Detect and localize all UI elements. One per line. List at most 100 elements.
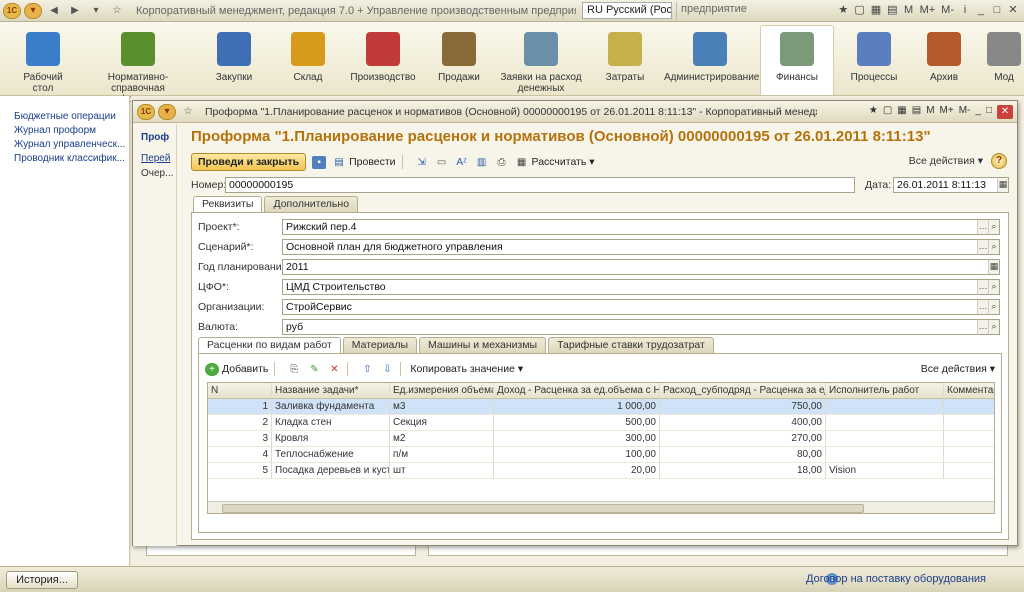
table-all-actions-button[interactable]: Все действия ▾: [921, 363, 995, 375]
calendar-icon[interactable]: ▦: [988, 260, 999, 274]
memory-m-button[interactable]: M: [904, 4, 914, 16]
app-logo-icon[interactable]: 1С: [137, 103, 155, 120]
side-item-go[interactable]: Перей: [141, 151, 173, 166]
post-icon[interactable]: ▤: [332, 156, 346, 169]
search-icon[interactable]: ⌕: [988, 240, 999, 254]
search-icon[interactable]: ⌕: [988, 320, 999, 334]
column-header-n[interactable]: N: [208, 383, 272, 399]
copy-value-button[interactable]: Копировать значение ▾: [410, 363, 523, 375]
currency-field[interactable]: руб … ⌕: [282, 319, 1000, 335]
move-down-icon[interactable]: ⇩: [380, 363, 394, 376]
select-icon[interactable]: …: [977, 300, 988, 314]
search-field[interactable]: предприятие: [676, 2, 816, 19]
calendar-icon[interactable]: ▦: [897, 105, 906, 119]
section-archive[interactable]: Архив: [920, 26, 968, 83]
back-icon[interactable]: ◀: [45, 3, 63, 19]
app-logo-icon[interactable]: 1С: [3, 2, 21, 19]
post-button[interactable]: Провести: [349, 156, 395, 168]
maximize-icon[interactable]: □: [986, 105, 992, 119]
organization-field[interactable]: СтройСервис … ⌕: [282, 299, 1000, 315]
section-processes[interactable]: Процессы: [846, 26, 902, 83]
copy-icon[interactable]: ⎘: [287, 363, 301, 376]
tab-materials[interactable]: Материалы: [342, 337, 417, 353]
calendar-icon[interactable]: ▦: [871, 3, 881, 16]
side-item-proforma[interactable]: Проф: [141, 130, 173, 145]
star-icon[interactable]: ☆: [108, 3, 126, 19]
section-desktop[interactable]: Рабочий стол: [14, 26, 72, 94]
cfo-field[interactable]: ЦМД Строительство … ⌕: [282, 279, 1000, 295]
bookmark-icon[interactable]: ▢: [883, 105, 892, 119]
section-sales[interactable]: Продажи: [430, 26, 488, 83]
tab-additional[interactable]: Дополнительно: [264, 196, 359, 212]
column-header-comment[interactable]: Комментар: [944, 383, 994, 399]
tab-work-rates[interactable]: Расценки по видам работ: [198, 337, 341, 353]
star-icon[interactable]: ★: [869, 105, 878, 119]
minimize-icon[interactable]: _: [976, 4, 986, 16]
menu-icon[interactable]: ▾: [158, 103, 176, 120]
column-header-income[interactable]: Доход - Расценка за ед.объема с НД...: [494, 383, 660, 399]
nav-classifier-explorer[interactable]: Проводник классифик...: [14, 152, 126, 166]
info-icon[interactable]: i: [960, 4, 970, 16]
memory-m-button[interactable]: M: [926, 105, 934, 119]
history-dropdown-icon[interactable]: ▾: [87, 3, 105, 19]
column-header-task[interactable]: Название задачи*: [272, 383, 390, 399]
section-warehouse[interactable]: Склад: [280, 26, 336, 83]
tab-labor-rates[interactable]: Тарифные ставки трудозатрат: [548, 337, 714, 353]
section-purchases[interactable]: Закупки: [206, 26, 262, 83]
table-row[interactable]: 4 Теплоснабжение п/м 100,00 80,00: [208, 447, 994, 463]
nav-management-journal[interactable]: Журнал управленческ...: [14, 138, 126, 152]
add-icon[interactable]: +: [205, 362, 219, 376]
memory-minus-button[interactable]: M-: [941, 4, 954, 16]
calculator-icon[interactable]: ▤: [912, 105, 921, 119]
select-icon[interactable]: …: [977, 240, 988, 254]
section-modules[interactable]: Мод: [986, 26, 1022, 83]
delete-icon[interactable]: ✕: [327, 363, 341, 376]
menu-icon[interactable]: ▾: [24, 2, 42, 19]
select-icon[interactable]: …: [977, 320, 988, 334]
section-production[interactable]: Производство: [350, 26, 416, 83]
memory-minus-button[interactable]: M-: [959, 105, 971, 119]
bookmark-icon[interactable]: ▢: [854, 3, 864, 16]
nav-budget-operations[interactable]: Бюджетные операции: [14, 110, 126, 124]
star-icon[interactable]: ☆: [179, 104, 197, 120]
column-header-expense[interactable]: Расход_субподряд - Расценка за ед.о...: [660, 383, 826, 399]
maximize-icon[interactable]: □: [992, 4, 1002, 16]
structure-icon[interactable]: ⇲: [415, 156, 429, 169]
search-icon[interactable]: ⌕: [988, 300, 999, 314]
number-field[interactable]: 00000000195: [225, 177, 855, 193]
project-field[interactable]: Рижский пер.4 … ⌕: [282, 219, 1000, 235]
history-button[interactable]: История...: [6, 571, 78, 589]
print-icon[interactable]: ⎙: [495, 156, 509, 169]
memory-plus-button[interactable]: M+: [920, 4, 936, 16]
section-costs[interactable]: Затраты: [598, 26, 652, 83]
move-up-icon[interactable]: ⇧: [360, 363, 374, 376]
date-field[interactable]: 26.01.2011 8:11:13 ▦: [893, 177, 1009, 193]
spellcheck-icon[interactable]: Aᶻ: [455, 156, 469, 169]
all-actions-button[interactable]: Все действия ▾: [909, 155, 983, 167]
section-cash-requests[interactable]: Заявки на расход денежных средств: [498, 26, 584, 105]
star-icon[interactable]: ★: [838, 3, 848, 16]
column-header-executor[interactable]: Исполнитель работ: [826, 383, 944, 399]
search-icon[interactable]: ⌕: [988, 280, 999, 294]
report-icon[interactable]: ▥: [475, 156, 489, 169]
link-icon[interactable]: ▭: [435, 156, 449, 169]
column-header-unit[interactable]: Ед.измерения объема: [390, 383, 494, 399]
table-row[interactable]: 2 Кладка стен Секция 500,00 400,00: [208, 415, 994, 431]
select-icon[interactable]: …: [977, 220, 988, 234]
horizontal-scrollbar[interactable]: [208, 501, 994, 513]
side-item-queue[interactable]: Очер...: [141, 166, 173, 181]
nav-proforma-journal[interactable]: Журнал проформ: [14, 124, 126, 138]
section-reference[interactable]: Нормативно-справочная информация: [84, 26, 192, 105]
search-icon[interactable]: ⌕: [988, 220, 999, 234]
memory-plus-button[interactable]: M+: [940, 105, 954, 119]
close-icon[interactable]: ✕: [1008, 3, 1018, 16]
calculator-icon[interactable]: ▤: [887, 3, 897, 16]
post-and-close-button[interactable]: Проведи и закрыть: [191, 153, 307, 171]
calculate-icon[interactable]: ▦: [515, 156, 529, 169]
language-indicator[interactable]: RU Русский (Россия): [582, 2, 672, 19]
table-row[interactable]: 5 Посадка деревьев и куст... шт 20,00 18…: [208, 463, 994, 479]
save-icon[interactable]: ▪: [312, 155, 327, 169]
edit-icon[interactable]: ✎: [307, 363, 321, 376]
calculate-button[interactable]: Рассчитать ▾: [532, 156, 595, 168]
tab-machines[interactable]: Машины и механизмы: [419, 337, 547, 353]
